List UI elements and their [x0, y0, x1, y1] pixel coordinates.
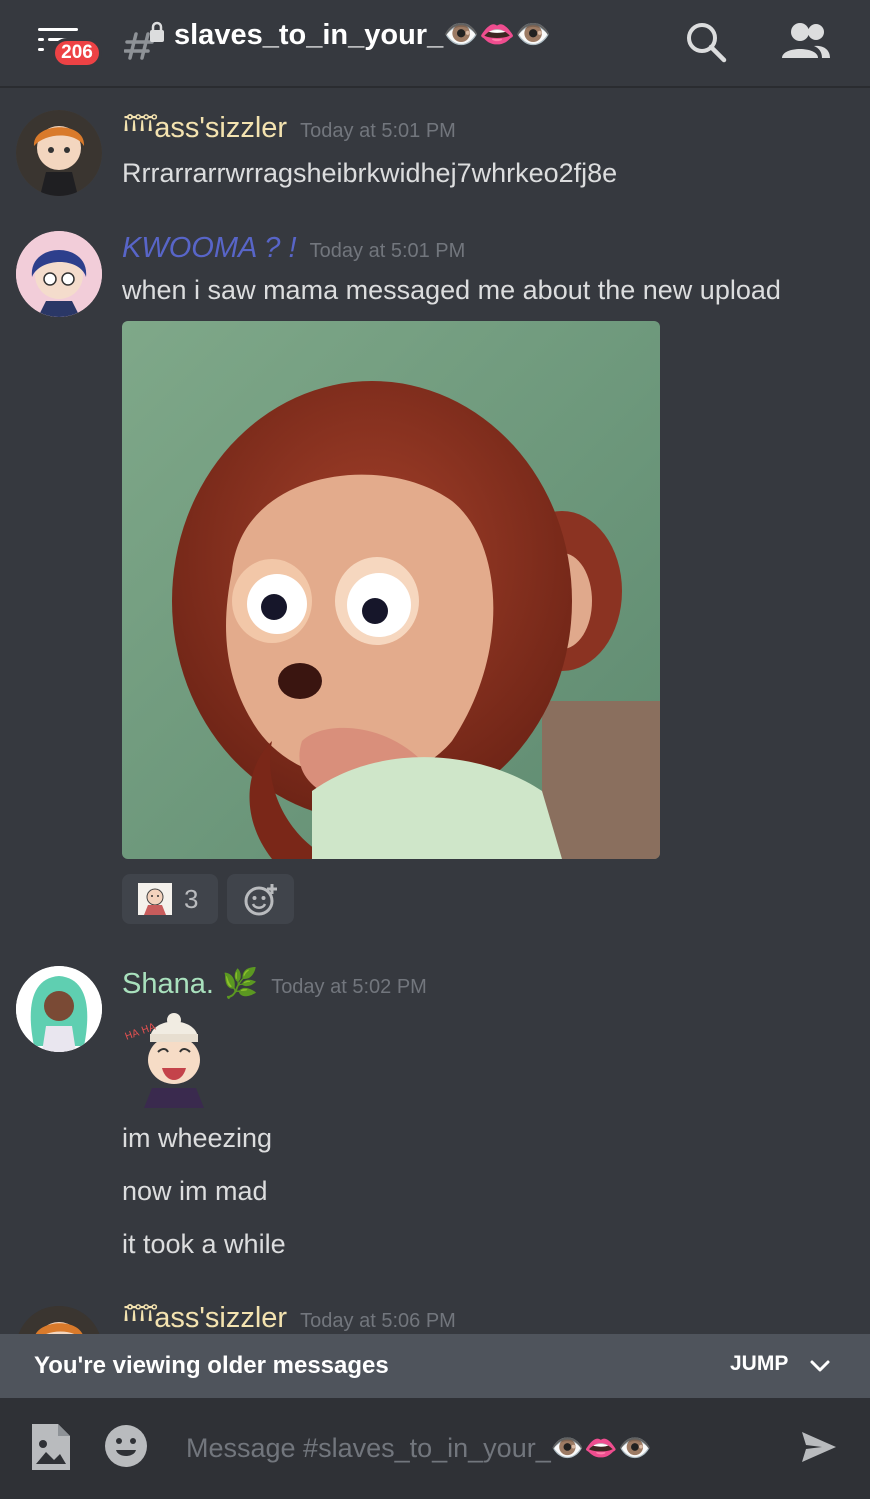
older-messages-bar: You're viewing older messages JUMP [0, 1334, 870, 1398]
chevron-down-icon[interactable] [808, 1354, 832, 1378]
message-header: Shana. 🌿 Today at 5:02 PM [122, 967, 427, 1001]
avatar[interactable] [16, 966, 102, 1052]
jump-button[interactable]: JUMP [730, 1352, 788, 1376]
timestamp: Today at 5:01 PM [300, 120, 456, 142]
message-text: Rrrarrarrwrragsheibrkwidhej7whrkeo2fj8e [122, 158, 618, 188]
message-group: ꜟ̊̊̊̊̊̊ꜟ̊̊ꜟ̊̊ꜟ̊̊ass'sizzler Today at 5:0… [0, 100, 870, 210]
message-text: it took a while [122, 1229, 286, 1259]
channel-header: 206 slaves_to_in_your_👁️👄👁️ [0, 0, 870, 88]
timestamp: Today at 5:06 PM [300, 1310, 456, 1332]
timestamp: Today at 5:02 PM [271, 976, 427, 998]
message-group: Shana. 🌿 Today at 5:02 PM im wheezing no… [0, 955, 870, 1275]
members-icon[interactable] [780, 20, 832, 64]
image-attachment[interactable] [122, 321, 660, 859]
reaction-count: 3 [184, 884, 199, 914]
search-icon[interactable] [684, 20, 728, 64]
author-name[interactable]: ꜟ̊̊̊̊̊̊ꜟ̊̊ꜟ̊̊ꜟ̊̊ass'sizzler [122, 112, 287, 144]
older-messages-text: You're viewing older messages [34, 1352, 389, 1379]
author-name[interactable]: KWOOMA ? ! [122, 232, 297, 264]
locked-channel-icon [124, 21, 164, 60]
message-group: ꜟ̊̊̊̊̊̊ꜟ̊̊ꜟ̊̊ꜟ̊̊ass'sizzler Today at 5:0… [0, 1290, 870, 1334]
reaction-pill[interactable]: 3 [122, 874, 218, 924]
message-input[interactable] [186, 1426, 766, 1470]
message-composer [0, 1398, 870, 1499]
message-header: ꜟ̊̊̊̊̊̊ꜟ̊̊ꜟ̊̊ꜟ̊̊ass'sizzler Today at 5:0… [122, 1302, 456, 1334]
laughing-boy-sticker[interactable]: HA HA [122, 1008, 224, 1108]
sticker-face-icon [138, 883, 172, 915]
author-name[interactable]: Shana. 🌿 [122, 968, 258, 1000]
message-text: now im mad [122, 1176, 268, 1206]
message-text: when i saw mama messaged me about the ne… [122, 275, 781, 305]
avatar[interactable] [16, 231, 102, 317]
message-text: im wheezing [122, 1123, 273, 1153]
emoji-icon[interactable] [104, 1424, 148, 1468]
send-icon[interactable] [800, 1428, 838, 1466]
avatar[interactable] [16, 110, 102, 196]
unread-badge: 206 [52, 38, 102, 68]
timestamp: Today at 5:01 PM [309, 240, 466, 262]
image-upload-icon[interactable] [28, 1422, 72, 1472]
message-header: ꜟ̊̊̊̊̊̊ꜟ̊̊ꜟ̊̊ꜟ̊̊ass'sizzler Today at 5:0… [122, 112, 456, 145]
channel-title[interactable]: slaves_to_in_your_👁️👄👁️ [174, 18, 552, 52]
add-reaction-button[interactable] [227, 874, 294, 924]
avatar[interactable] [16, 1306, 102, 1334]
menu-button[interactable]: 206 [34, 22, 114, 72]
add-reaction-icon [244, 884, 277, 916]
message-header: KWOOMA ? ! Today at 5:01 PM [122, 232, 465, 265]
author-name[interactable]: ꜟ̊̊̊̊̊̊ꜟ̊̊ꜟ̊̊ꜟ̊̊ass'sizzler [122, 1302, 287, 1334]
